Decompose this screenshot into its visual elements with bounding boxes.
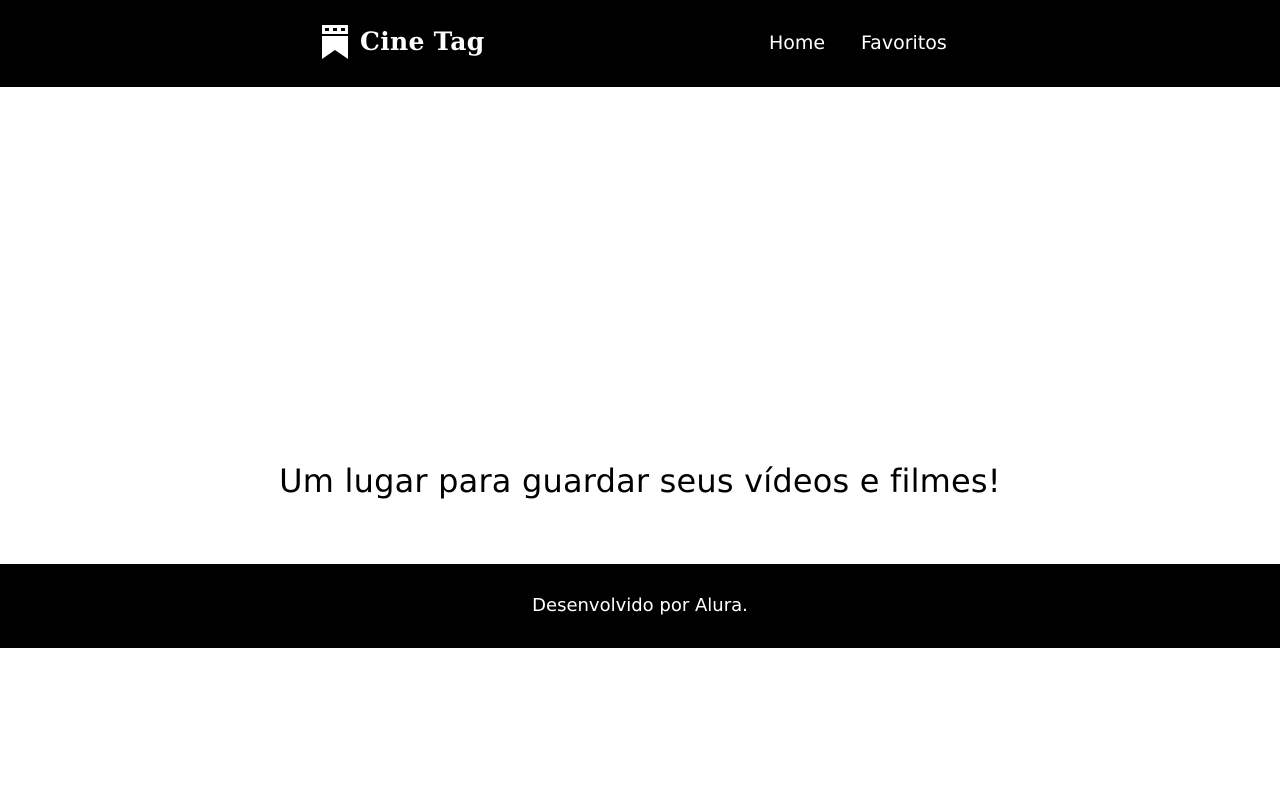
site-footer: Desenvolvido por Alura. <box>0 564 1280 648</box>
page-headline: Um lugar para guardar seus vídeos e film… <box>279 462 1001 500</box>
footer-credit: Desenvolvido por Alura. <box>532 595 748 616</box>
site-header: Cine Tag Home Favoritos <box>0 0 1280 87</box>
nav-link-home[interactable]: Home <box>769 31 825 55</box>
main-nav: Home Favoritos <box>0 0 1280 87</box>
nav-link-favoritos[interactable]: Favoritos <box>861 31 947 55</box>
main-content: Um lugar para guardar seus vídeos e film… <box>0 87 1280 564</box>
